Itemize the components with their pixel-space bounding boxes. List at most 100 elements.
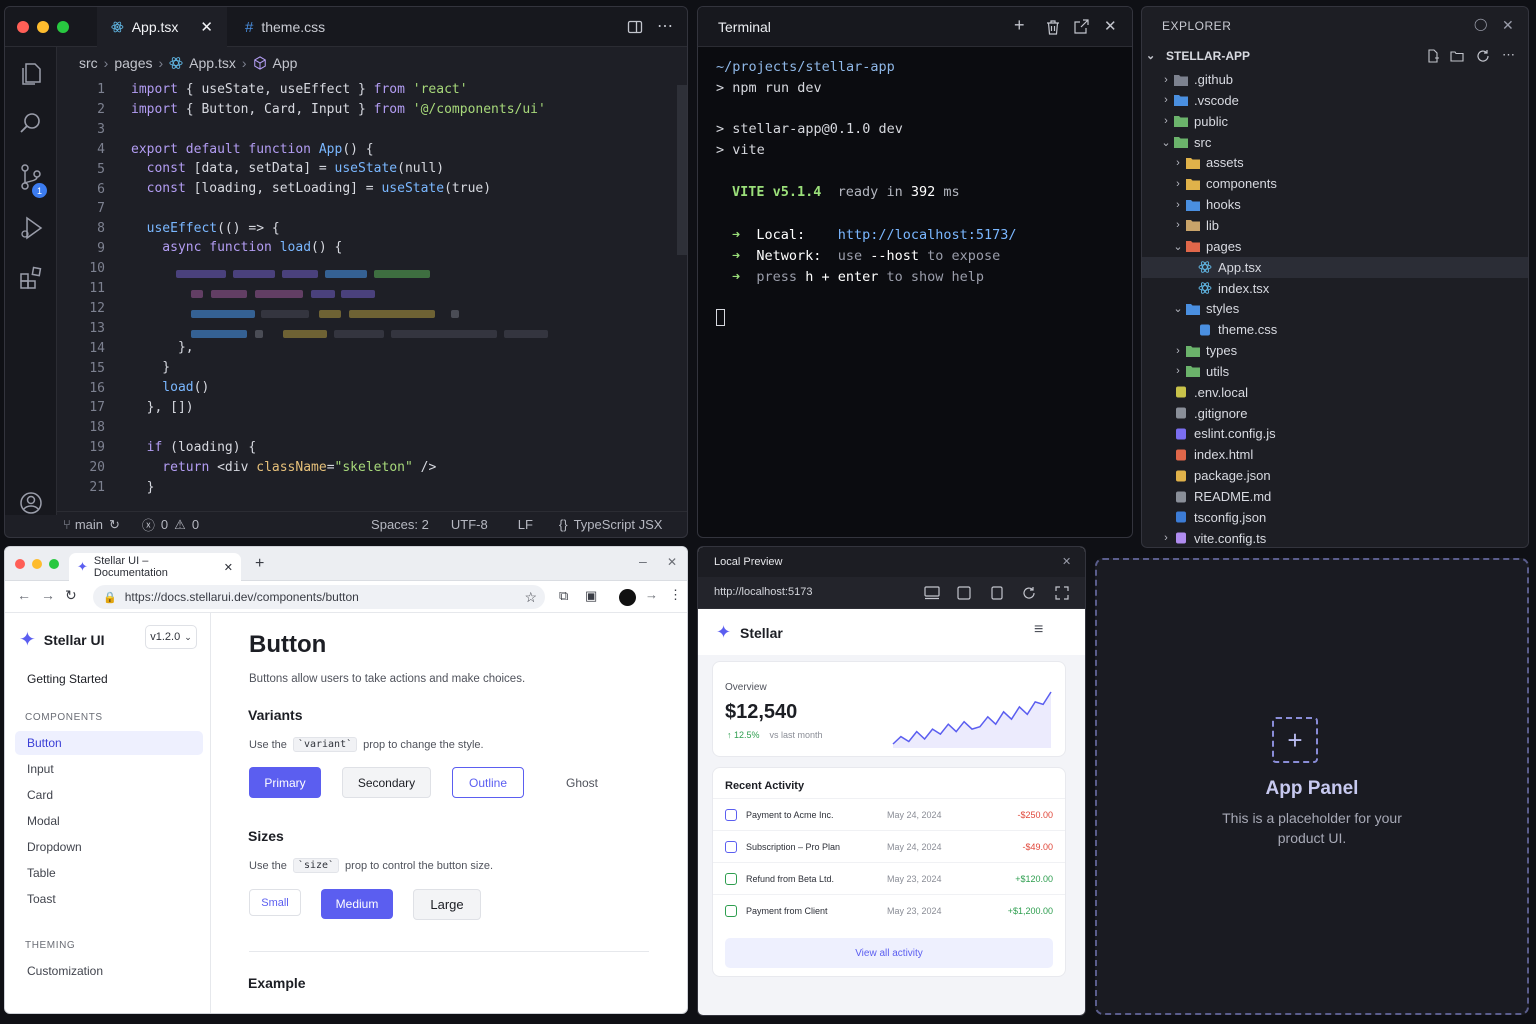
new-file-icon[interactable] [1426,49,1440,63]
forward-arrow-icon[interactable]: → [41,587,55,603]
nav-item-input[interactable]: Input [15,757,203,781]
back-arrow-icon[interactable]: ← [17,587,31,603]
explorer-item[interactable]: README.md [1142,486,1528,507]
large-button[interactable]: Large [413,889,481,920]
explorer-item[interactable]: .gitignore [1142,403,1528,424]
nav-customization[interactable]: Customization [15,959,203,983]
account-icon[interactable] [19,491,43,515]
activity-row[interactable]: Payment from Client May 23, 2024 +$1,200.0… [713,894,1065,926]
explorer-item[interactable]: index.tsx [1142,278,1528,299]
more-actions-icon[interactable]: ⋯ [657,16,673,36]
nav-item-toast[interactable]: Toast [15,887,203,911]
explorer-item[interactable]: › utils [1142,361,1528,382]
nav-item-table[interactable]: Table [15,861,203,885]
nav-item-card[interactable]: Card [15,783,203,807]
plus-icon[interactable]: + [1014,15,1025,36]
explorer-item[interactable]: ⌄ pages [1142,236,1528,257]
encoding-status[interactable]: UTF-8 [451,517,488,532]
explorer-item[interactable]: › .github [1142,69,1528,90]
breadcrumb-item[interactable]: App [273,55,298,71]
close-icon[interactable]: ✕ [667,555,677,569]
close-window-button[interactable] [15,559,25,569]
more-vert-icon[interactable]: ⋮ [669,587,682,603]
more-actions-icon[interactable]: ⋯ [1502,47,1515,63]
desktop-view-icon[interactable] [924,586,940,600]
hamburger-menu-icon[interactable]: ≡ [1034,621,1043,639]
sync-icon[interactable]: ↻ [109,517,120,533]
fullscreen-icon[interactable] [1055,586,1069,600]
new-folder-icon[interactable] [1450,49,1464,63]
run-debug-icon[interactable] [19,215,45,241]
explorer-item[interactable]: › lib [1142,215,1528,236]
breadcrumb-item[interactable]: src [79,55,98,71]
circle-icon[interactable]: ◯ [1474,17,1487,31]
view-all-activity-button[interactable]: View all activity [725,938,1053,968]
explorer-item[interactable]: eslint.config.js [1142,423,1528,444]
minimize-window-button[interactable] [32,559,42,569]
code-area[interactable]: 1 2 3 4 5 6 7 8 9 10 11 12 13 14 15 16 17 18 19 20 21 import… [61,79,687,509]
bookmark-star-icon[interactable]: ☆ [524,589,537,606]
medium-button[interactable]: Medium [321,889,393,919]
close-window-button[interactable] [17,21,29,33]
explorer-item[interactable]: ⌄ src [1142,132,1528,153]
explorer-item[interactable]: › types [1142,340,1528,361]
language-mode[interactable]: TypeScript JSX [574,517,663,532]
small-button[interactable]: Small [249,889,301,916]
explorer-item[interactable]: › hooks [1142,194,1528,215]
activity-row[interactable]: Payment to Acme Inc. May 24, 2024 -$250.00 [713,798,1065,830]
arrow-right-icon[interactable]: → [645,587,658,602]
explorer-item[interactable]: theme.css [1142,319,1528,340]
reader-icon[interactable]: ▣ [585,588,597,604]
nav-item-dropdown[interactable]: Dropdown [15,835,203,859]
explorer-item[interactable]: › assets [1142,152,1528,173]
refresh-icon[interactable] [1476,49,1490,63]
nav-item-button[interactable]: Button [15,731,203,755]
preview-url[interactable]: http://localhost:5173 [714,586,812,598]
maximize-window-button[interactable] [57,21,69,33]
trash-icon[interactable] [1046,20,1060,35]
new-tab-icon[interactable]: + [255,555,264,573]
explorer-item[interactable]: .env.local [1142,382,1528,403]
warning-count[interactable]: 0 [192,517,199,532]
mobile-view-icon[interactable] [991,586,1003,600]
activity-row[interactable]: Refund from Beta Ltd. May 23, 2024 +$120.0… [713,862,1065,894]
profile-avatar[interactable] [619,589,636,606]
primary-button[interactable]: Primary [249,767,321,798]
split-editor-icon[interactable] [627,19,643,35]
brand[interactable]: ✦ Stellar UI [19,627,104,652]
extension-icon[interactable]: ⧉ [559,588,568,604]
scrollbar[interactable] [677,85,687,255]
close-tab-icon[interactable]: ✕ [224,561,233,574]
reload-icon[interactable]: ↻ [65,587,77,604]
explorer-item[interactable]: › components [1142,173,1528,194]
explorer-item[interactable]: index.html [1142,444,1528,465]
explorer-item[interactable]: › .vscode [1142,90,1528,111]
search-icon[interactable] [19,111,43,135]
close-icon[interactable]: ✕ [1062,555,1071,568]
maximize-window-button[interactable] [49,559,59,569]
activity-row[interactable]: Subscription – Pro Plan May 24, 2024 -$49.… [713,830,1065,862]
version-select[interactable]: v1.2.0 ⌄ [145,625,197,649]
explorer-item[interactable]: › public [1142,111,1528,132]
error-count[interactable]: 0 [161,517,168,532]
external-link-icon[interactable] [1074,19,1089,34]
explorer-item[interactable]: App.tsx [1142,256,1528,278]
add-icon[interactable]: + [1272,717,1318,763]
minimize-icon[interactable]: – [639,553,647,569]
close-icon[interactable]: ✕ [1104,17,1117,35]
explorer-item[interactable]: package.json [1142,465,1528,486]
nav-item-modal[interactable]: Modal [15,809,203,833]
tab-app-tsx[interactable]: App.tsx ✕ [97,7,227,47]
explorer-root[interactable]: ⌄ STELLAR-APP [1142,45,1528,66]
rotate-icon[interactable] [1022,586,1036,600]
local-url-link[interactable]: http://localhost:5173/ [838,227,1017,243]
tablet-view-icon[interactable] [957,586,971,600]
explorer-item[interactable]: › vite.config.ts [1142,528,1528,547]
ghost-button[interactable]: Ghost [545,767,619,798]
explorer-item[interactable]: ⌄ styles [1142,298,1528,319]
tab-theme-css[interactable]: # theme.css [231,7,339,47]
minimize-window-button[interactable] [37,21,49,33]
extensions-icon[interactable] [19,265,45,291]
eol-status[interactable]: LF [518,517,533,532]
files-icon[interactable] [19,61,43,87]
